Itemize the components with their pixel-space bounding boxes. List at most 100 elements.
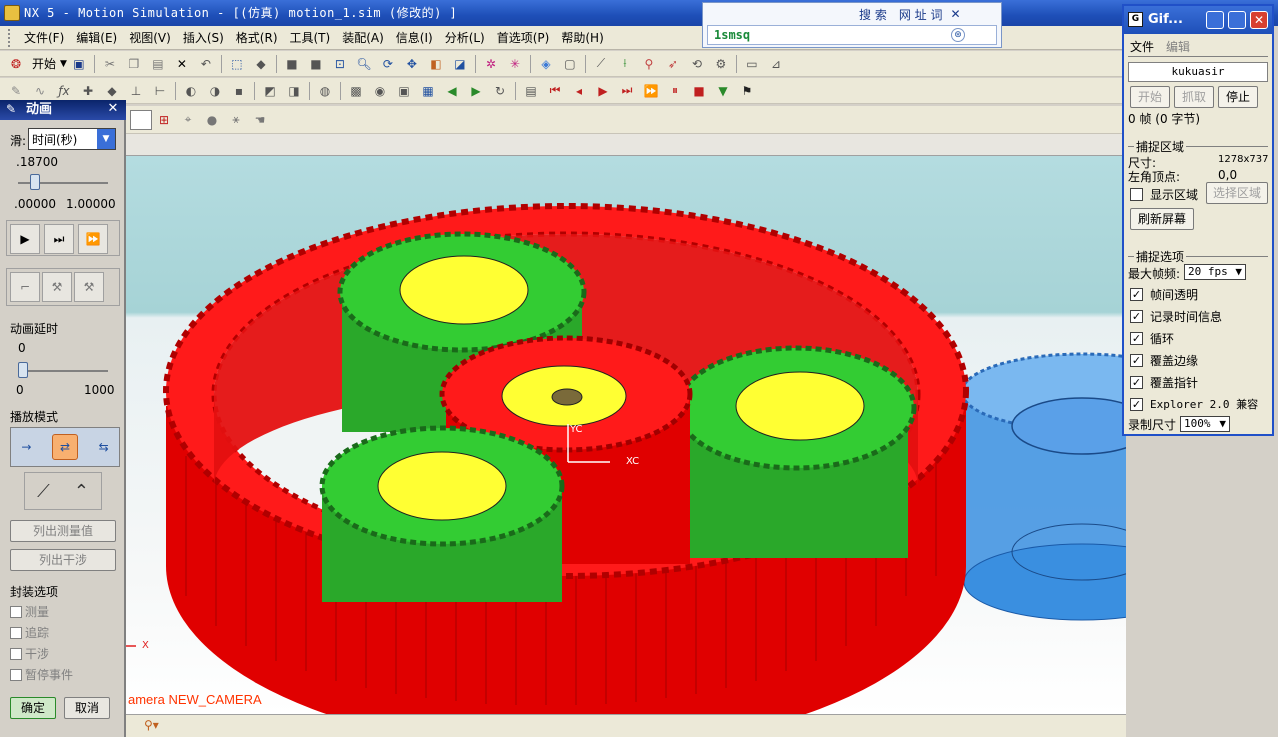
step-forward-icon[interactable]: ⏭ [617,81,637,101]
curve-icon[interactable]: ∿ [30,81,50,101]
magnify-icon[interactable]: 🔍︎ [354,54,374,74]
chevron-down-icon[interactable]: ▼ [1235,265,1242,279]
extrude-icon[interactable]: ◑ [205,81,225,101]
forward-icon[interactable]: ▶ [466,81,486,101]
chevron-down-icon[interactable]: ▼ [97,129,115,149]
fit-icon[interactable]: ■ [282,54,302,74]
rewind-start-icon[interactable]: ⏮ [545,81,565,101]
cube-icon[interactable]: ◈ [536,54,556,74]
refresh-screen-button[interactable]: 刷新屏幕 [1130,208,1194,230]
menu-assembly[interactable]: 装配(A) [336,26,390,50]
gif-menu-edit[interactable]: 编辑 [1166,38,1190,55]
face-icon[interactable]: ◩ [260,81,280,101]
offset-icon[interactable]: ⊢ [150,81,170,101]
filter-dropdown[interactable] [130,109,152,130]
gif-capture-button[interactable]: 抓取 [1174,86,1214,108]
select-area-button[interactable]: 选择区域 [1206,182,1268,204]
option-explorer-compat[interactable]: ✓ Explorer 2.0 兼容 [1130,396,1258,412]
option-trace[interactable]: 追踪 [10,624,49,641]
force-icon[interactable]: ➶ [663,54,683,74]
delay-slider-track[interactable] [18,370,108,372]
search-go-icon[interactable]: ⊛ [951,28,965,42]
delete-icon[interactable]: ✕ [172,54,192,74]
point-icon[interactable]: ✚ [78,81,98,101]
zoom-icon[interactable]: ⊡ [330,54,350,74]
paste-icon[interactable]: ▤ [148,54,168,74]
material-icon[interactable]: ▩ [346,81,366,101]
graph-icon[interactable]: ▭ [742,54,762,74]
close-icon[interactable]: ✕ [1250,11,1268,29]
motion-icon[interactable]: ✲ [481,54,501,74]
ok-button[interactable]: 确定 [10,697,56,719]
checkbox-checked[interactable]: ✓ [1130,354,1143,367]
menu-help[interactable]: 帮助(H) [555,26,609,50]
pick-icon[interactable]: ⚹ [226,110,246,130]
list-measure-button[interactable]: 列出测量值 [10,520,116,542]
refresh-icon[interactable]: ↻ [490,81,510,101]
pan-icon[interactable]: ✥ [402,54,422,74]
link-icon[interactable]: ⟋ [591,54,611,74]
url-tab[interactable]: 网 址 词 [893,6,949,23]
trace-icon[interactable]: ⚒ [42,272,72,302]
datum-icon[interactable]: ⊥ [126,81,146,101]
save-icon[interactable]: ▣ [69,54,89,74]
gif-stop-button[interactable]: 停止 [1218,86,1258,108]
minimize-button[interactable] [1206,11,1224,29]
edge-icon[interactable]: ◨ [284,81,304,101]
explode-icon[interactable]: ⚒ [74,272,104,302]
option-interference[interactable]: 干涉 [10,645,49,662]
filter-icon[interactable]: ⌖ [178,110,198,130]
feature-icon[interactable]: ◐ [181,81,201,101]
step-forward-icon[interactable]: ⏭ [44,224,74,254]
animation-icon[interactable]: ▤ [521,81,541,101]
option-cover-pointer[interactable]: ✓ 覆盖指针 [1130,374,1198,391]
checkbox-checked[interactable]: ✓ [1130,310,1143,323]
checkbox-checked[interactable]: ✓ [1130,397,1143,411]
stop-icon[interactable]: ■ [689,81,709,101]
menu-preferences[interactable]: 首选项(P) [491,26,556,50]
play-icon[interactable]: ▶ [10,224,40,254]
menu-tools[interactable]: 工具(T) [284,26,337,50]
back-icon[interactable]: ◀ [442,81,462,101]
finish-flag-icon[interactable]: ⚑ [737,81,757,101]
gif-start-button[interactable]: 开始 [1130,86,1170,108]
option-pause-event[interactable]: 暂停事件 [10,666,73,683]
gif-menu-file[interactable]: 文件 [1130,38,1154,55]
play-once-icon[interactable]: → [21,440,31,454]
reverse-path-icon[interactable]: ⌃ [74,481,89,502]
measure-icon[interactable]: ⊿ [766,54,786,74]
start-icon[interactable]: ❂ [6,54,26,74]
checkbox[interactable] [10,668,22,681]
play-icon[interactable]: ▶ [593,81,613,101]
rotate-icon[interactable]: ⟳ [378,54,398,74]
checkbox[interactable] [10,647,22,660]
fast-forward-icon[interactable]: ⏩ [78,224,108,254]
checkbox-checked[interactable]: ✓ [1130,332,1143,345]
snap-point-icon[interactable]: ● [202,110,222,130]
checkbox-checked[interactable]: ✓ [1130,288,1143,301]
status-filter-icon[interactable]: ⚲▾ [144,718,159,732]
start-menu-button[interactable]: 开始 [32,55,56,72]
stairs-icon[interactable]: ⌐ [10,272,40,302]
max-fps-select[interactable]: 20 fps ▼ [1184,264,1246,280]
blend-icon[interactable]: ◍ [315,81,335,101]
step-back-icon[interactable]: ◂ [569,81,589,101]
marker-icon[interactable]: ⟊ [615,54,635,74]
copy-icon[interactable]: ❐ [124,54,144,74]
pingpong-icon[interactable]: ⇆ [99,440,109,454]
show-area-option[interactable]: 显示区域 [1130,186,1198,203]
view-icon[interactable]: ◪ [450,54,470,74]
close-icon[interactable]: ✕ [950,7,960,21]
chevron-down-icon[interactable]: ▼ [60,59,67,69]
menu-edit[interactable]: 编辑(E) [70,26,123,50]
sketch-icon[interactable]: ✎ [6,81,26,101]
loop-icon[interactable]: ⇄ [52,434,78,460]
checkbox[interactable] [10,626,22,639]
cut-icon[interactable]: ✂ [100,54,120,74]
select-icon[interactable]: ⬚ [227,54,247,74]
torque-icon[interactable]: ⟲ [687,54,707,74]
option-record-time[interactable]: ✓ 记录时间信息 [1130,308,1222,325]
checkbox-checked[interactable]: ✓ [1130,376,1143,389]
record-size-select[interactable]: 100% ▼ [1180,416,1230,432]
maximize-button[interactable] [1228,11,1246,29]
